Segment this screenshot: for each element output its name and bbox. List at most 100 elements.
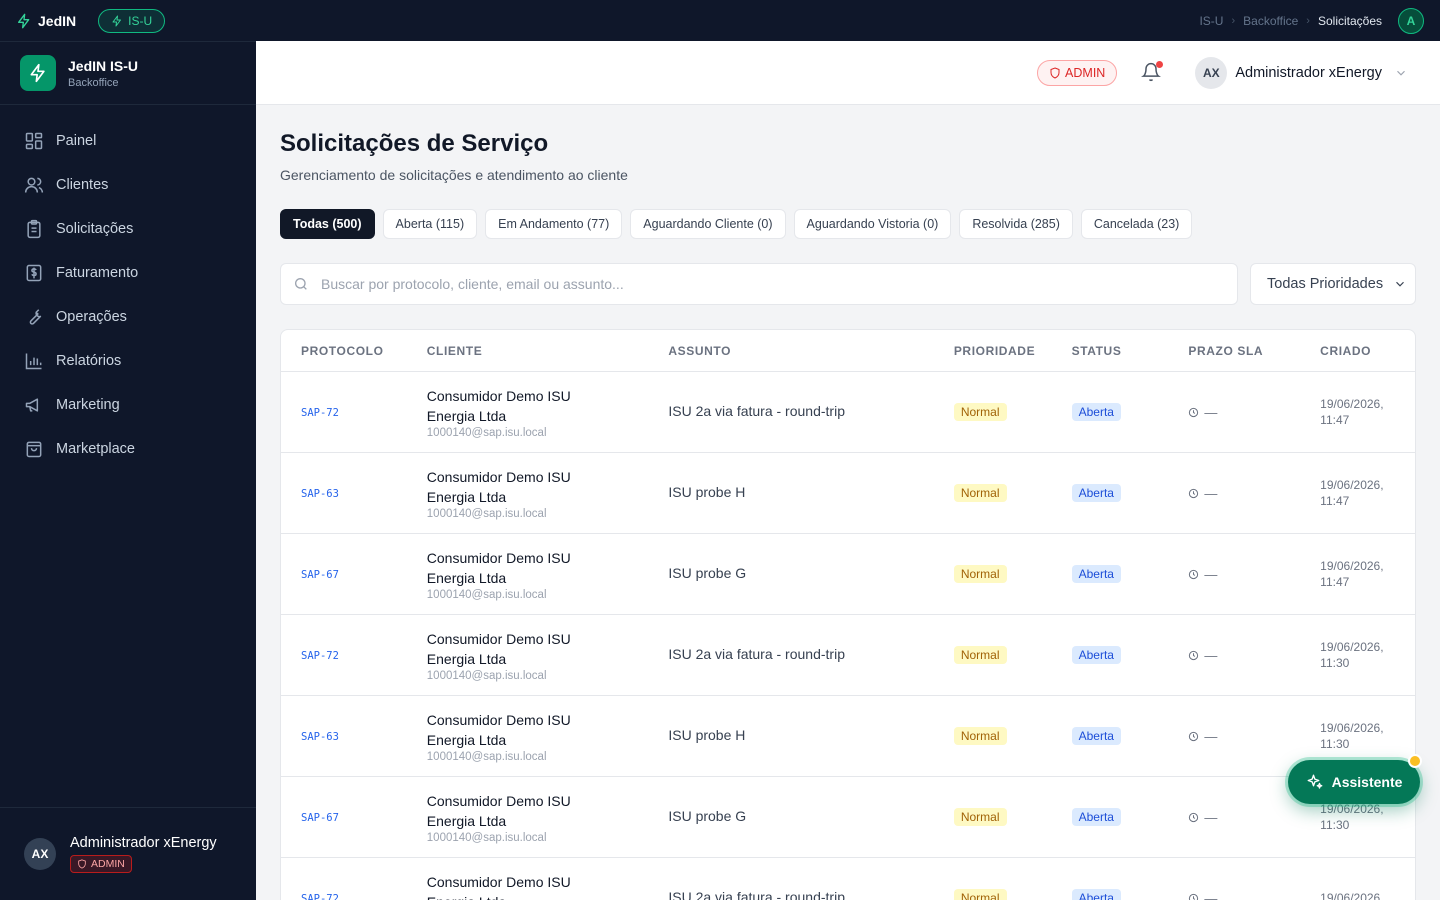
- sidebar-item-marketing[interactable]: Marketing: [0, 383, 256, 427]
- sla-deadline: —: [1188, 891, 1320, 900]
- sidebar-item-faturamento[interactable]: Faturamento: [0, 251, 256, 295]
- sidebar-item-marketplace[interactable]: Marketplace: [0, 427, 256, 471]
- shield-icon: [78, 858, 86, 869]
- clock-icon: [1189, 488, 1199, 498]
- table-row[interactable]: SAP-67 Consumidor Demo ISU Energia Ltda 1…: [281, 777, 1415, 858]
- protocol-link[interactable]: SAP-72: [301, 407, 339, 419]
- protocol-link[interactable]: SAP-72: [301, 893, 339, 900]
- created-at: 19/06/2026, 11:47: [1320, 397, 1384, 427]
- protocol-link[interactable]: SAP-67: [301, 812, 339, 824]
- search-icon: [295, 278, 307, 290]
- chevron-down-icon: [1397, 70, 1405, 76]
- sidebar-item-solicitacoes[interactable]: Solicitações: [0, 207, 256, 251]
- priority-badge: Normal: [953, 484, 1007, 502]
- column-header-protocolo[interactable]: PROTOCOLO: [281, 344, 427, 358]
- user-menu[interactable]: AX Administrador xEnergy: [1195, 56, 1408, 89]
- column-header-prioridade[interactable]: PRIORIDADE: [954, 344, 1072, 358]
- sidebar-item-label: Marketing: [56, 397, 120, 413]
- column-header-criado[interactable]: CRIADO: [1320, 344, 1415, 358]
- table-row[interactable]: SAP-72 Consumidor Demo ISUEnergia Ltda 1…: [281, 372, 1415, 453]
- status-badge: Aberta: [1071, 646, 1121, 664]
- protocol-link[interactable]: SAP-72: [301, 650, 339, 662]
- priority-badge: Normal: [953, 565, 1007, 583]
- chevron-down-icon: [1396, 281, 1404, 287]
- column-header-status[interactable]: STATUS: [1072, 344, 1189, 358]
- subject: ISU 2a via fatura - round-trip: [668, 403, 845, 419]
- sidebar-item-clientes[interactable]: Clientes: [0, 163, 256, 207]
- env-pill-label: IS-U: [128, 13, 153, 28]
- sidebar-nav: Painel Clientes Solicitações Faturamento…: [0, 105, 256, 471]
- sla-deadline: —: [1188, 567, 1320, 582]
- protocol-link[interactable]: SAP-63: [301, 488, 339, 500]
- filter-tab-todas[interactable]: Todas (500): [280, 209, 375, 239]
- column-header-cliente[interactable]: CLIENTE: [427, 344, 669, 358]
- sidebar-item-label: Solicitações: [56, 221, 134, 237]
- sidebar-item-label: Painel: [56, 133, 97, 149]
- subject: ISU probe G: [668, 565, 747, 581]
- brand[interactable]: JedIN: [16, 13, 76, 29]
- client-name: Consumidor Demo ISUEnergia Ltda: [426, 387, 571, 424]
- dashboard-icon: [25, 132, 43, 150]
- priority-badge: Normal: [953, 808, 1007, 826]
- priority-badge: Normal: [953, 403, 1007, 421]
- created-at: 19/06/2026, 11:30: [1320, 802, 1384, 832]
- sidebar-user-name: Administrador xEnergy: [70, 834, 217, 851]
- filter-tab-cancelada[interactable]: Cancelada (23): [1080, 209, 1193, 239]
- bolt-icon: [18, 13, 30, 28]
- protocol-link[interactable]: SAP-63: [301, 731, 339, 743]
- sidebar-header: JedIN IS-U Backoffice: [0, 42, 256, 105]
- filter-tab-aguardando-cliente[interactable]: Aguardando Cliente (0): [630, 209, 786, 239]
- wrench-icon: [29, 309, 42, 325]
- role-badge-label: ADMIN: [91, 857, 125, 870]
- client-name: Consumidor Demo ISUEnergia Ltda: [426, 873, 571, 900]
- sidebar-user[interactable]: AX Administrador xEnergy ADMIN: [0, 807, 256, 900]
- filter-tab-em-andamento[interactable]: Em Andamento (77): [485, 209, 623, 239]
- table-row[interactable]: SAP-72 Consumidor Demo ISUEnergia Ltda 1…: [281, 858, 1415, 900]
- client-email: 1000140@sap.isu.local: [426, 507, 547, 520]
- sidebar-item-operacoes[interactable]: Operações: [0, 295, 256, 339]
- sparkles-icon: [1307, 774, 1323, 789]
- status-badge: Aberta: [1071, 808, 1121, 826]
- client-email: 1000140@sap.isu.local: [426, 750, 547, 763]
- filter-tab-aguardando-vistoria[interactable]: Aguardando Vistoria (0): [793, 209, 952, 239]
- notifications-button[interactable]: [1141, 60, 1164, 84]
- breadcrumb-item-backoffice[interactable]: Backoffice: [1243, 14, 1298, 28]
- table-row[interactable]: SAP-67 Consumidor Demo ISU Energia Ltda 1…: [281, 534, 1415, 615]
- brand-name: JedIN: [38, 12, 77, 29]
- column-header-prazo-sla[interactable]: PRAZO SLA: [1188, 344, 1320, 358]
- clock-icon: [1189, 731, 1199, 741]
- sla-deadline: —: [1188, 648, 1320, 663]
- bolt-icon: [112, 15, 122, 26]
- filter-tab-aberta[interactable]: Aberta (115): [382, 209, 478, 239]
- sidebar-item-label: Operações: [56, 309, 127, 325]
- page-subtitle: Gerenciamento de solicitações e atendime…: [280, 167, 628, 183]
- sidebar-item-painel[interactable]: Painel: [0, 119, 256, 163]
- created-at: 19/06/2026, 11:47: [1320, 478, 1384, 508]
- priority-badge: Normal: [953, 646, 1007, 664]
- protocol-link[interactable]: SAP-67: [301, 569, 339, 581]
- created-at: 19/06/2026, 11:47: [1320, 559, 1384, 589]
- status-filter-tabs: Todas (500) Aberta (115) Em Andamento (7…: [280, 209, 1193, 239]
- table-row[interactable]: SAP-63 Consumidor Demo ISU Energia Ltda 1…: [281, 696, 1415, 777]
- status-badge: Aberta: [1071, 484, 1121, 502]
- app-logo: [20, 55, 56, 91]
- breadcrumb-item-isu[interactable]: IS-U: [1199, 14, 1223, 28]
- sidebar-item-relatorios[interactable]: Relatórios: [0, 339, 256, 383]
- table-row[interactable]: SAP-63 Consumidor Demo ISU Energia Ltda 1…: [281, 453, 1415, 534]
- column-header-assunto[interactable]: ASSUNTO: [668, 344, 953, 358]
- avatar[interactable]: A: [1398, 7, 1424, 34]
- dollar-receipt-icon: [26, 264, 42, 282]
- priority-select[interactable]: Todas Prioridades: [1250, 263, 1416, 305]
- breadcrumb: IS-U › Backoffice › Solicitações A: [1199, 7, 1424, 34]
- clock-icon: [1189, 650, 1199, 660]
- subject: ISU probe H: [668, 727, 746, 743]
- env-pill[interactable]: IS-U: [98, 8, 166, 33]
- sla-deadline: —: [1188, 729, 1320, 744]
- chevron-right-icon: ›: [1231, 14, 1236, 27]
- sidebar-item-label: Marketplace: [56, 441, 135, 457]
- filter-tab-resolvida[interactable]: Resolvida (285): [959, 209, 1073, 239]
- table-row[interactable]: SAP-72 Consumidor Demo ISUEnergia Ltda 1…: [281, 615, 1415, 696]
- search-input[interactable]: [321, 276, 1201, 292]
- bolt-icon: [30, 63, 45, 83]
- assistant-button[interactable]: Assistente: [1288, 754, 1422, 804]
